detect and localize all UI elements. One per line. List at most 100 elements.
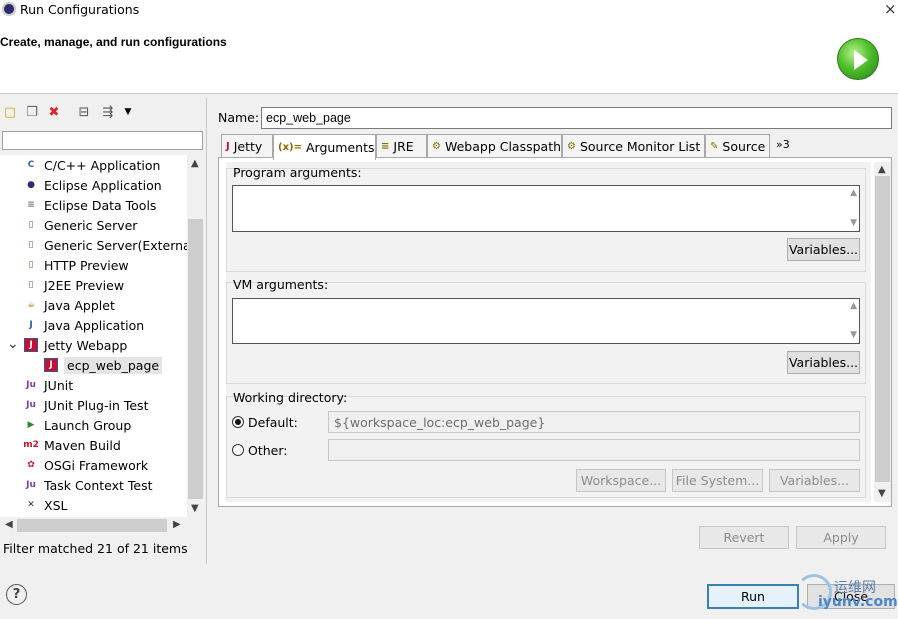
tree-item[interactable]: ▯ Generic Server(External l [24, 235, 187, 255]
default-label: Default: [248, 415, 298, 430]
scroll-thumb[interactable] [17, 519, 167, 532]
tree-item-label: Eclipse Data Tools [44, 197, 157, 213]
tab-arguments[interactable]: (x)= Arguments [273, 134, 376, 160]
tree-item[interactable]: ☕ Java Applet [24, 295, 115, 315]
vm-args-field[interactable]: ▲ ▼ [232, 298, 860, 344]
tree-item[interactable]: Ju Task Context Test [24, 475, 153, 495]
scroll-down-icon[interactable]: ▼ [878, 488, 886, 499]
close-icon[interactable]: × [884, 0, 897, 18]
scroll-left-icon[interactable]: ◀ [5, 519, 13, 530]
tree-item[interactable]: ≡ Eclipse Data Tools [24, 195, 156, 215]
scroll-down-icon[interactable]: ▼ [191, 503, 199, 514]
tree-item-label: JUnit Plug-in Test [44, 397, 149, 413]
tab-strip: J Jetty (x)= Arguments ≡ JRE ⚙ Webapp Classpath… [218, 134, 892, 160]
tree-item[interactable]: Ju JUnit [24, 375, 73, 395]
tree-item-label: J2EE Preview [44, 277, 125, 293]
watermark-logo: 运维网 iyunv.com [796, 574, 898, 614]
eclipse-icon [2, 2, 16, 16]
dir-variables-button[interactable]: Variables... [769, 469, 860, 492]
run-icon [837, 38, 879, 80]
filter-input[interactable] [2, 131, 203, 150]
chevron-down-icon[interactable]: ⌄ [7, 336, 19, 352]
config-type-icon: ▯ [28, 260, 34, 270]
tab-source-monitor-list[interactable]: ⚙ Source Monitor List [562, 134, 705, 158]
config-type-icon: Ju [26, 380, 36, 390]
tab-jetty[interactable]: J Jetty [221, 134, 273, 158]
tree-item[interactable]: J Jetty Webapp [24, 335, 127, 355]
program-variables-button[interactable]: Variables... [787, 238, 860, 261]
other-label: Other: [248, 443, 288, 458]
tree-item-label: XSL [44, 497, 68, 513]
file-system-button[interactable]: File System... [672, 469, 763, 492]
scroll-up-icon[interactable]: ▲ [191, 158, 199, 169]
tree-item[interactable]: m2 Maven Build [23, 435, 121, 455]
revert-button[interactable]: Revert [699, 526, 789, 549]
tree-item-label: ecp_web_page [64, 356, 163, 374]
vm-variables-button[interactable]: Variables... [787, 351, 860, 374]
tab-icon: (x)= [278, 142, 302, 153]
tree-item[interactable]: ▯ Generic Server [24, 215, 138, 235]
name-input[interactable] [261, 107, 892, 129]
tree-item-label: Task Context Test [44, 477, 153, 493]
tab-source[interactable]: ✎ Source [705, 134, 770, 158]
scroll-up-icon[interactable]: ▲ [878, 164, 886, 175]
scroll-up-icon[interactable]: ▲ [850, 301, 857, 311]
tree-item[interactable]: ✕ XSL [24, 495, 67, 515]
watermark-line2: iyunv.com [818, 594, 898, 610]
tree-item-label: JUnit [44, 377, 74, 393]
tree-item[interactable]: ▯ J2EE Preview [24, 275, 125, 295]
tree-item[interactable]: C C/C++ Application [24, 155, 161, 175]
other-dir-field[interactable] [328, 439, 860, 461]
apply-button[interactable]: Apply [796, 526, 886, 549]
tab-icon: ≡ [381, 141, 390, 152]
workspace-button[interactable]: Workspace... [576, 469, 666, 492]
tree-vscrollbar[interactable]: ▲ ▼ [187, 155, 204, 517]
new-config-icon[interactable]: ▢ [2, 104, 18, 120]
config-type-icon: Ju [26, 480, 36, 490]
collapse-all-icon[interactable]: ⊟ [76, 104, 92, 120]
program-args-field[interactable]: ▲ ▼ [232, 185, 860, 232]
tree-item-label: Java Applet [44, 297, 115, 313]
default-dir-field: ${workspace_loc:ecp_web_page} [328, 411, 860, 433]
window-title: Run Configurations [20, 2, 140, 17]
tree-item[interactable]: ● Eclipse Application [24, 175, 162, 195]
tab-icon: J [226, 141, 230, 152]
default-radio[interactable] [232, 416, 244, 428]
tree-item-label: Java Application [44, 317, 145, 333]
tree-item[interactable]: Jecp_web_page [44, 355, 163, 375]
scroll-thumb[interactable] [188, 219, 203, 499]
tab-icon: ⚙ [432, 141, 441, 152]
scroll-down-icon[interactable]: ▼ [850, 330, 857, 340]
tab-label: JRE [393, 139, 414, 154]
other-radio[interactable] [232, 444, 244, 456]
filter-icon[interactable]: ⇶ [100, 104, 116, 120]
tab-overflow-button[interactable]: »3 [776, 138, 790, 151]
tree-item[interactable]: Ju JUnit Plug-in Test [24, 395, 148, 415]
scroll-thumb[interactable] [875, 176, 890, 482]
help-icon[interactable]: ? [6, 584, 27, 605]
config-type-icon: J [24, 338, 38, 352]
tab-webapp-classpath[interactable]: ⚙ Webapp Classpath [427, 134, 562, 158]
header-banner: Create, manage, and run configurations [0, 20, 898, 94]
config-type-icon: ☕ [26, 300, 36, 310]
config-type-icon: m2 [23, 440, 39, 450]
scroll-up-icon[interactable]: ▲ [850, 188, 857, 198]
panel-vscrollbar[interactable]: ▲ ▼ [874, 162, 891, 502]
config-type-icon: ▯ [28, 280, 34, 290]
delete-icon[interactable]: ✖ [46, 104, 62, 120]
tree-item[interactable]: ▶ Launch Group [24, 415, 132, 435]
title-bar: Run Configurations × [0, 0, 898, 20]
tree-item[interactable]: ▯ HTTP Preview [24, 255, 129, 275]
tree-hscrollbar[interactable]: ◀ ▶ [0, 517, 187, 534]
config-type-icon: Ju [26, 400, 36, 410]
scroll-down-icon[interactable]: ▼ [850, 218, 857, 228]
tree-item[interactable]: J Java Application [24, 315, 144, 335]
tab-label: Source Monitor List [579, 139, 701, 154]
tree-item[interactable]: ✿ OSGi Framework [24, 455, 148, 475]
program-args-label: Program arguments: [233, 165, 362, 180]
scroll-right-icon[interactable]: ▶ [173, 519, 181, 530]
duplicate-icon[interactable]: ❐ [24, 104, 40, 120]
run-button[interactable]: Run [707, 584, 799, 609]
tab-jre[interactable]: ≡ JRE [376, 134, 427, 158]
chevron-down-icon[interactable]: ▼ [120, 104, 136, 120]
